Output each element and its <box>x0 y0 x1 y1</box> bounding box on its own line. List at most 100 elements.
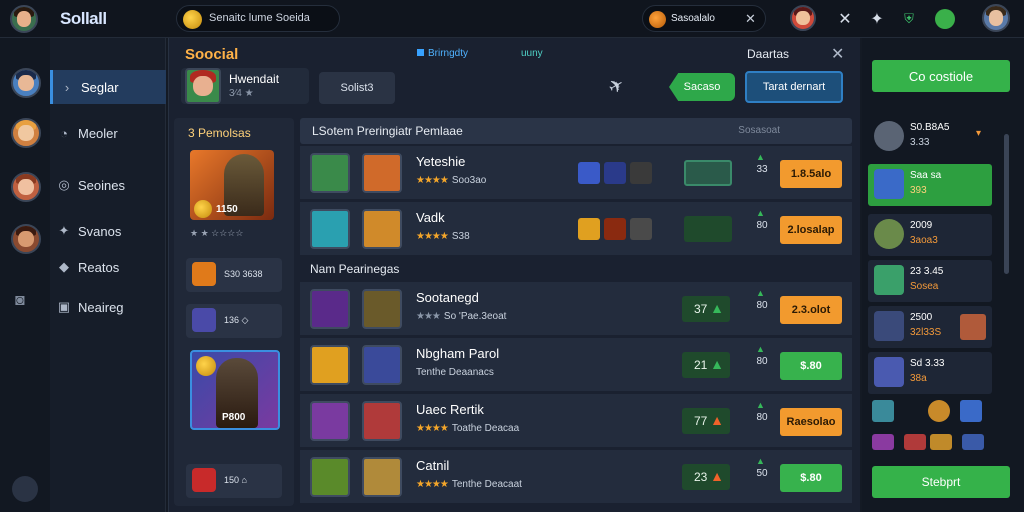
settings-icon[interactable] <box>12 476 38 502</box>
player-avatar <box>362 345 402 385</box>
friend-avatar[interactable] <box>11 172 41 202</box>
feature-label: P800 <box>222 412 246 423</box>
currency-display[interactable]: Sasoalalo ✕ <box>642 5 766 32</box>
sidebar-item-label: Svanos <box>78 223 122 239</box>
avatar-icon[interactable] <box>10 5 38 33</box>
sidebar-item-seglar[interactable]: › Seglar <box>50 70 166 104</box>
table-row[interactable]: Catnil ★★★★Tenthe Deacaat 23▲ 50 $.80 <box>300 450 852 504</box>
tab-secondary[interactable]: uuny <box>521 48 543 59</box>
hero-icon[interactable] <box>872 400 894 422</box>
table-row[interactable]: Uaec Rertik ★★★★Toathe Deacaa 77▲ 80 Rae… <box>300 394 852 448</box>
scrollbar[interactable] <box>1004 134 1009 274</box>
close-icon[interactable]: ✕ <box>831 44 844 64</box>
row-action-button[interactable]: Raesolao <box>780 408 842 436</box>
row-action-button[interactable]: $.80 <box>780 352 842 380</box>
player-avatar <box>362 457 402 497</box>
rating-stars: ★★★★ <box>416 175 449 186</box>
search-button[interactable]: Stebprt <box>872 466 1010 498</box>
friends-icon: ◎ <box>58 177 70 192</box>
sidebar-item-svanos[interactable]: ✦ Svanos <box>50 214 166 248</box>
table-row[interactable]: Sootanegd ★★★So 'Pae.3eoat 37▲ 80 2.3.ol… <box>300 282 852 336</box>
item-title: 2009 <box>910 220 933 231</box>
sidebar-item-neaireg[interactable]: ▣ Neaireg <box>50 290 166 324</box>
close-icon[interactable]: ✕ <box>745 11 756 27</box>
notification-avatar-icon[interactable] <box>790 5 816 31</box>
hero-icon[interactable] <box>928 400 950 422</box>
plane-icon[interactable]: ✈ <box>605 74 629 100</box>
profile-card[interactable]: Hwendait 3⁄4 ★ <box>181 68 309 104</box>
hero-icon[interactable] <box>960 400 982 422</box>
hero-grid <box>872 398 996 458</box>
settings-icon[interactable]: ✦ <box>866 8 888 30</box>
sidebar-item-reatos[interactable]: ◆ Reatos <box>50 250 166 284</box>
chevron-down-icon[interactable]: ▾ <box>976 128 981 139</box>
small-card[interactable]: 136 ◇ <box>186 304 282 338</box>
hero-icon <box>874 311 904 341</box>
row-action-button[interactable]: 2.3.olot <box>780 296 842 324</box>
arrow-up-icon: ▲ <box>710 412 724 428</box>
primary-blue-button[interactable]: Tarat dernart <box>745 71 843 103</box>
friend-avatar[interactable] <box>11 118 41 148</box>
item-value: 38a <box>910 373 927 384</box>
currency-value: Sasoalalo <box>671 13 715 24</box>
right-list-item-selected[interactable]: Saa sa 393 <box>868 164 992 206</box>
crystal-icon <box>604 162 626 184</box>
small-card-text: S30 3638 <box>224 269 263 279</box>
friend-avatar[interactable] <box>11 68 41 98</box>
player-meta-text: Toathe Deacaa <box>451 423 520 434</box>
friend-avatar[interactable] <box>11 224 41 254</box>
right-list-item[interactable]: 2009 3aoa3 <box>868 214 992 256</box>
right-list-item[interactable]: Sd 3.33 38a <box>868 352 992 394</box>
right-list-item[interactable]: 23 3.45 Sosea <box>868 260 992 302</box>
avatar-rail: ◙ <box>0 38 50 512</box>
right-list-item[interactable]: S0.B8A5 3.33 ▾ <box>868 116 992 158</box>
item-title: S0.B8A5 <box>910 122 950 133</box>
shield-icon[interactable]: ⛨ <box>898 8 920 30</box>
tab-right[interactable]: Daartas <box>747 47 789 61</box>
small-card[interactable]: S30 3638 <box>186 258 282 292</box>
panel-title: Soocial <box>185 46 239 63</box>
sidebar-item-label: Reatos <box>78 259 120 275</box>
table-row[interactable]: Yeteshie ★★★★Soo3ao 33 1.8.5alo <box>300 146 852 200</box>
player-avatar <box>310 401 350 441</box>
profile-button[interactable]: Solist3 <box>319 72 395 104</box>
score-value: 21 ▲ <box>682 352 730 378</box>
feature-card-2[interactable]: P800 <box>190 350 280 430</box>
row-action-button[interactable]: $.80 <box>780 464 842 492</box>
hero-icon[interactable] <box>904 434 926 450</box>
table-header-right: Sosasoat <box>738 125 780 136</box>
tab-primary[interactable]: Brirngdty <box>417 48 468 59</box>
gem-icon <box>192 468 216 492</box>
close-icon[interactable]: ✕ <box>834 8 856 30</box>
camera-icon[interactable]: ◙ <box>15 292 25 310</box>
player-avatar <box>362 153 402 193</box>
connect-button[interactable]: Co costiole <box>872 60 1010 92</box>
rating-stars: ★★★★ <box>416 423 449 434</box>
level-value: 80 <box>752 400 772 423</box>
top-bar: Sollall Senaitc lume Soeida Sasoalalo ✕ … <box>0 0 1024 38</box>
arrow-up-icon: ▲ <box>710 356 724 372</box>
player-meta: ★★★ So 'Pae.3eoat <box>416 311 506 322</box>
hero-icon[interactable] <box>872 434 894 450</box>
sidebar-item-seoines[interactable]: ◎ Seoines <box>50 168 166 202</box>
player-avatar <box>310 457 350 497</box>
sidebar-item-label: Neaireg <box>78 299 124 315</box>
green-action-pill[interactable]: Sacaso <box>669 73 735 101</box>
row-action-button[interactable]: 2.losalap <box>780 216 842 244</box>
small-card[interactable]: 150 ⌂ <box>186 464 282 498</box>
sidebar-item-meoler[interactable]: ◔ Meoler <box>50 116 166 150</box>
status-icon[interactable] <box>934 8 956 30</box>
profile-avatar-icon[interactable] <box>982 4 1010 32</box>
player-name: Nbgham Parol <box>416 346 500 361</box>
right-list-item[interactable]: 2500 32l33S <box>868 306 992 348</box>
score-text: 37 <box>694 302 708 316</box>
feature-card-1[interactable]: 1150 <box>190 150 274 220</box>
hero-thumb-icon <box>960 314 986 340</box>
table-row[interactable]: Vadk ★★★★S38 80 2.losalap <box>300 202 852 256</box>
table-row[interactable]: Nbgham Parol Tenthe Deaanacs 21▲ 80 $.80 <box>300 338 852 392</box>
search-pill[interactable]: Senaitc lume Soeida <box>176 5 340 32</box>
hero-icon[interactable] <box>962 434 984 450</box>
player-avatar <box>362 401 402 441</box>
hero-icon[interactable] <box>930 434 952 450</box>
row-action-button[interactable]: 1.8.5alo <box>780 160 842 188</box>
